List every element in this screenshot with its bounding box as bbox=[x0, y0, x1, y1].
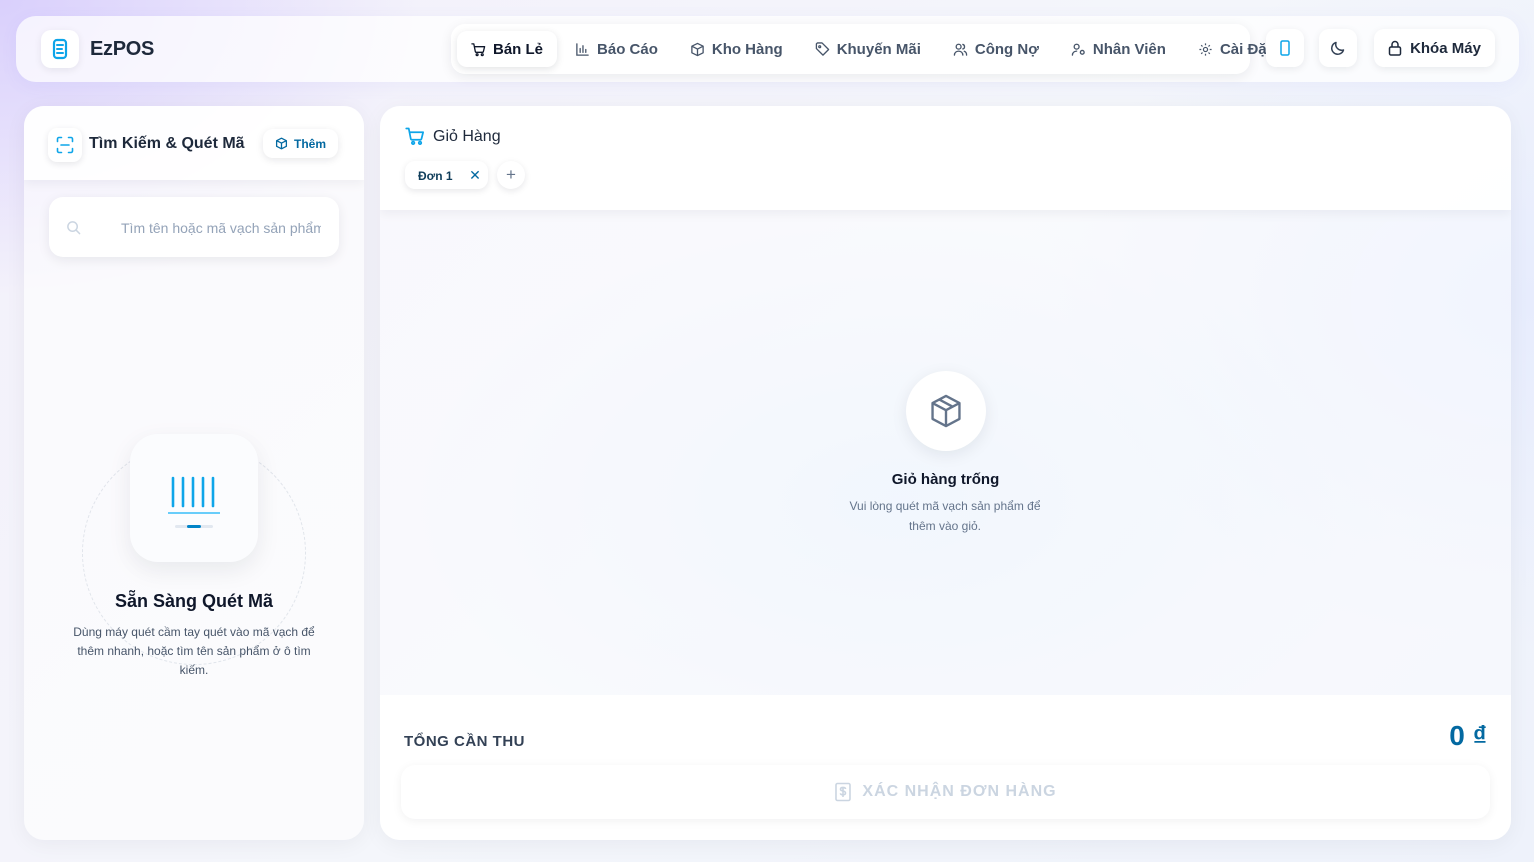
top-bar: EzPOS Bán Lẻ Báo Cáo Kho Hàng Khuyến Mãi… bbox=[16, 16, 1519, 82]
search-panel-header: Tìm Kiếm & Quét Mã Thêm bbox=[24, 106, 364, 180]
order-tab-label: Đơn 1 bbox=[418, 169, 453, 183]
nav-label: Kho Hàng bbox=[711, 40, 783, 58]
logo-icon bbox=[52, 38, 68, 60]
ready-description: Dùng máy quét cầm tay quét vào mã vạch đ… bbox=[73, 625, 315, 677]
add-product-label: Thêm bbox=[293, 136, 326, 151]
nav-label: Nhân Viên bbox=[1092, 40, 1166, 58]
scan-badge bbox=[48, 128, 82, 162]
device-mode-button[interactable] bbox=[1266, 29, 1304, 67]
cart-header: Giỏ Hàng Đơn 1 ✕ + bbox=[380, 106, 1511, 210]
cart-icon bbox=[405, 127, 424, 145]
nav-item-nhan-vien[interactable]: Nhân Viên bbox=[1057, 31, 1180, 67]
ready-title: Sẵn Sàng Quét Mã bbox=[114, 591, 274, 611]
confirm-order-label: XÁC NHẬN ĐƠN HÀNG bbox=[862, 783, 1057, 800]
scan-icon bbox=[56, 136, 74, 154]
add-product-button[interactable]: Thêm bbox=[263, 129, 338, 158]
user-key-icon bbox=[1071, 43, 1085, 56]
search-input[interactable] bbox=[121, 215, 321, 241]
total-label: TỔNG CẦN THU bbox=[404, 733, 525, 750]
nav-item-cong-no[interactable]: Công Nợ bbox=[939, 31, 1053, 67]
cart-icon bbox=[471, 42, 486, 56]
dark-mode-button[interactable] bbox=[1319, 29, 1357, 67]
nav-item-bao-cao[interactable]: Báo Cáo bbox=[561, 31, 672, 67]
gear-icon bbox=[1199, 42, 1212, 56]
empty-cart-title: Giỏ hàng trống bbox=[891, 471, 1000, 488]
scanner-illustration bbox=[130, 434, 258, 562]
empty-cart-description: Vui lòng quét mã vạch sản phẩm để thêm v… bbox=[849, 499, 1041, 533]
package-icon bbox=[931, 394, 961, 428]
bar-chart-icon bbox=[576, 42, 589, 56]
nav-item-kho-hang[interactable]: Kho Hàng bbox=[676, 31, 797, 67]
cart-panel: Giỏ Hàng Đơn 1 ✕ + Giỏ hàng trống Vui lò… bbox=[380, 106, 1511, 840]
empty-cart-illustration bbox=[906, 371, 986, 451]
checkout-footer: TỔNG CẦN THU 0 ₫ XÁC NHẬN ĐƠN HÀNG bbox=[380, 695, 1511, 840]
nav-label: Bán Lẻ bbox=[493, 40, 544, 58]
nav-label: Cài Đặt bbox=[1219, 40, 1272, 58]
nav-item-ban-le[interactable]: Bán Lẻ bbox=[457, 31, 558, 67]
app-name: EzPOS bbox=[90, 38, 155, 60]
moon-icon bbox=[1331, 41, 1345, 55]
lock-label: Khóa Máy bbox=[1410, 39, 1481, 57]
box-icon bbox=[691, 42, 704, 56]
confirm-order-button[interactable]: XÁC NHẬN ĐƠN HÀNG bbox=[401, 765, 1490, 819]
receipt-icon bbox=[835, 782, 852, 802]
lock-button[interactable]: Khóa Máy bbox=[1374, 29, 1495, 67]
search-field[interactable] bbox=[49, 197, 339, 257]
tag-icon bbox=[815, 41, 829, 56]
nav-label: Báo Cáo bbox=[597, 40, 658, 58]
search-panel: Tìm Kiếm & Quét Mã Thêm Sẵn Sàng Quét Mã… bbox=[24, 106, 364, 840]
nav-item-khuyen-mai[interactable]: Khuyến Mãi bbox=[801, 31, 935, 67]
search-icon bbox=[67, 221, 81, 235]
nav-label: Khuyến Mãi bbox=[836, 40, 921, 58]
app-logo[interactable] bbox=[41, 30, 79, 68]
nav-label: Công Nợ bbox=[974, 40, 1039, 58]
close-order-icon[interactable]: ✕ bbox=[462, 161, 488, 189]
cart-title: Giỏ Hàng bbox=[433, 128, 501, 145]
plus-icon: + bbox=[506, 165, 516, 184]
order-tab[interactable]: Đơn 1 ✕ bbox=[405, 161, 488, 189]
box-icon bbox=[275, 137, 288, 150]
total-value: 0 ₫ bbox=[1449, 720, 1487, 751]
lock-icon bbox=[1388, 40, 1402, 56]
users-icon bbox=[953, 43, 968, 56]
phone-icon bbox=[1280, 40, 1290, 56]
barcode-icon bbox=[168, 476, 220, 528]
search-panel-title: Tìm Kiếm & Quét Mã bbox=[89, 135, 245, 152]
main-nav: Bán Lẻ Báo Cáo Kho Hàng Khuyến Mãi Công … bbox=[451, 24, 1272, 74]
add-order-button[interactable]: + bbox=[497, 161, 525, 189]
